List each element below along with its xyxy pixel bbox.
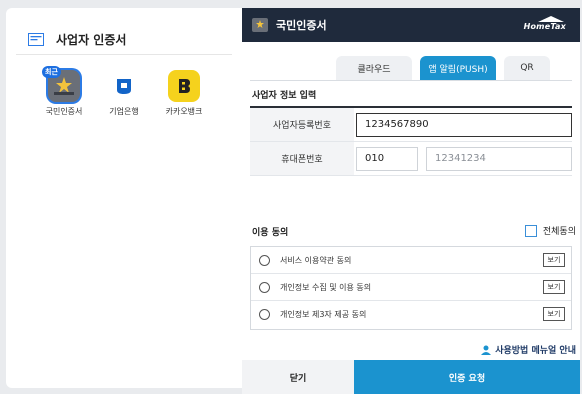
agree-list: 서비스 이용약관 동의 보기 개인정보 수집 및 이용 동의 보기 개인정보 제… [250,246,572,330]
biz-number-row: 사업자등록번호 1234567890 [250,108,572,142]
modal-header: 국민인증서 HomeTax [242,8,580,42]
agree-item-terms[interactable]: 서비스 이용약관 동의 보기 [251,247,571,274]
close-button[interactable]: 닫기 [242,360,354,394]
tab-qr[interactable]: QR [504,56,550,80]
agree-item-privacy-collect[interactable]: 개인정보 수집 및 이용 동의 보기 [251,274,571,301]
agree-all-checkbox[interactable]: 전체동의 [524,224,576,237]
kb-cert-icon [252,18,268,32]
provider-label: 국민인증서 [45,107,83,116]
agree-all-label: 전체동의 [542,227,576,237]
radio-icon[interactable] [259,254,270,266]
phone-row: 휴대폰번호 010 12341234 [250,142,572,176]
agree-item-label: 서비스 이용약관 동의 [280,255,352,265]
view-terms-button[interactable]: 보기 [543,253,565,267]
recent-badge: 최근 [42,66,61,78]
tab-app-push[interactable]: 앱 알림(PUSH) [420,56,496,80]
auth-method-tabs: 클라우드 앱 알림(PUSH) QR [336,56,550,80]
hometax-wordmark: HomeTax [523,22,566,31]
cert-provider-panel: 사업자 인증서 최근 국민인증서 기업은행 카카오뱅크 [6,8,242,388]
cert-panel-title: 사업자 인증서 [56,32,127,47]
provider-label: 기업은행 [109,107,139,116]
view-privacy-collect-button[interactable]: 보기 [543,280,565,294]
section-title: 사업자 정보 입력 [252,91,317,101]
radio-icon[interactable] [259,281,270,293]
request-auth-button[interactable]: 인증 요청 [354,360,580,394]
provider-kakaobank[interactable]: 카카오뱅크 [154,70,214,117]
cert-modal: 국민인증서 HomeTax 클라우드 앱 알림(PUSH) QR 사업자 정보 … [242,8,580,394]
phone-number-input[interactable]: 12341234 [426,146,572,171]
manual-link-label: 사용방법 메뉴얼 안내 [495,346,576,356]
cert-panel-header: 사업자 인증서 [28,30,126,48]
provider-ibk[interactable]: 기업은행 [94,70,154,117]
agree-item-privacy-third-party[interactable]: 개인정보 제3자 제공 동의 보기 [251,301,571,328]
provider-label: 카카오뱅크 [165,107,203,116]
view-third-party-button[interactable]: 보기 [543,307,565,321]
certificate-icon [28,32,44,46]
manual-link[interactable]: 사용방법 메뉴얼 안내 [480,343,576,356]
divider [16,54,232,55]
tab-cloud[interactable]: 클라우드 [336,56,412,80]
kakaobank-icon [168,70,200,102]
cert-provider-list: 최근 국민인증서 기업은행 카카오뱅크 [34,66,214,117]
kb-star-icon [54,77,74,95]
biz-number-label: 사업자등록번호 [250,108,354,141]
user-guide-icon [481,345,492,355]
radio-icon[interactable] [259,309,270,320]
screen: 사업자 인증서 최근 국민인증서 기업은행 카카오뱅크 국민인증서 HomeTa… [0,0,582,394]
agree-title: 이용 동의 [252,228,289,238]
tab-divider [250,80,572,81]
kb-cert-icon: 최근 [42,66,80,102]
modal-footer: 닫기 인증 요청 [242,360,580,394]
biz-number-input[interactable]: 1234567890 [356,112,572,137]
ibk-icon [108,70,140,102]
agree-item-label: 개인정보 수집 및 이용 동의 [280,282,372,292]
agree-item-label: 개인정보 제3자 제공 동의 [280,310,367,319]
checkbox-icon [524,224,537,237]
modal-title: 국민인증서 [276,19,327,32]
phone-prefix-select[interactable]: 010 [356,146,418,171]
provider-kb[interactable]: 최근 국민인증서 [34,66,94,117]
phone-label: 휴대폰번호 [250,142,354,175]
hometax-logo: HomeTax [524,16,566,31]
